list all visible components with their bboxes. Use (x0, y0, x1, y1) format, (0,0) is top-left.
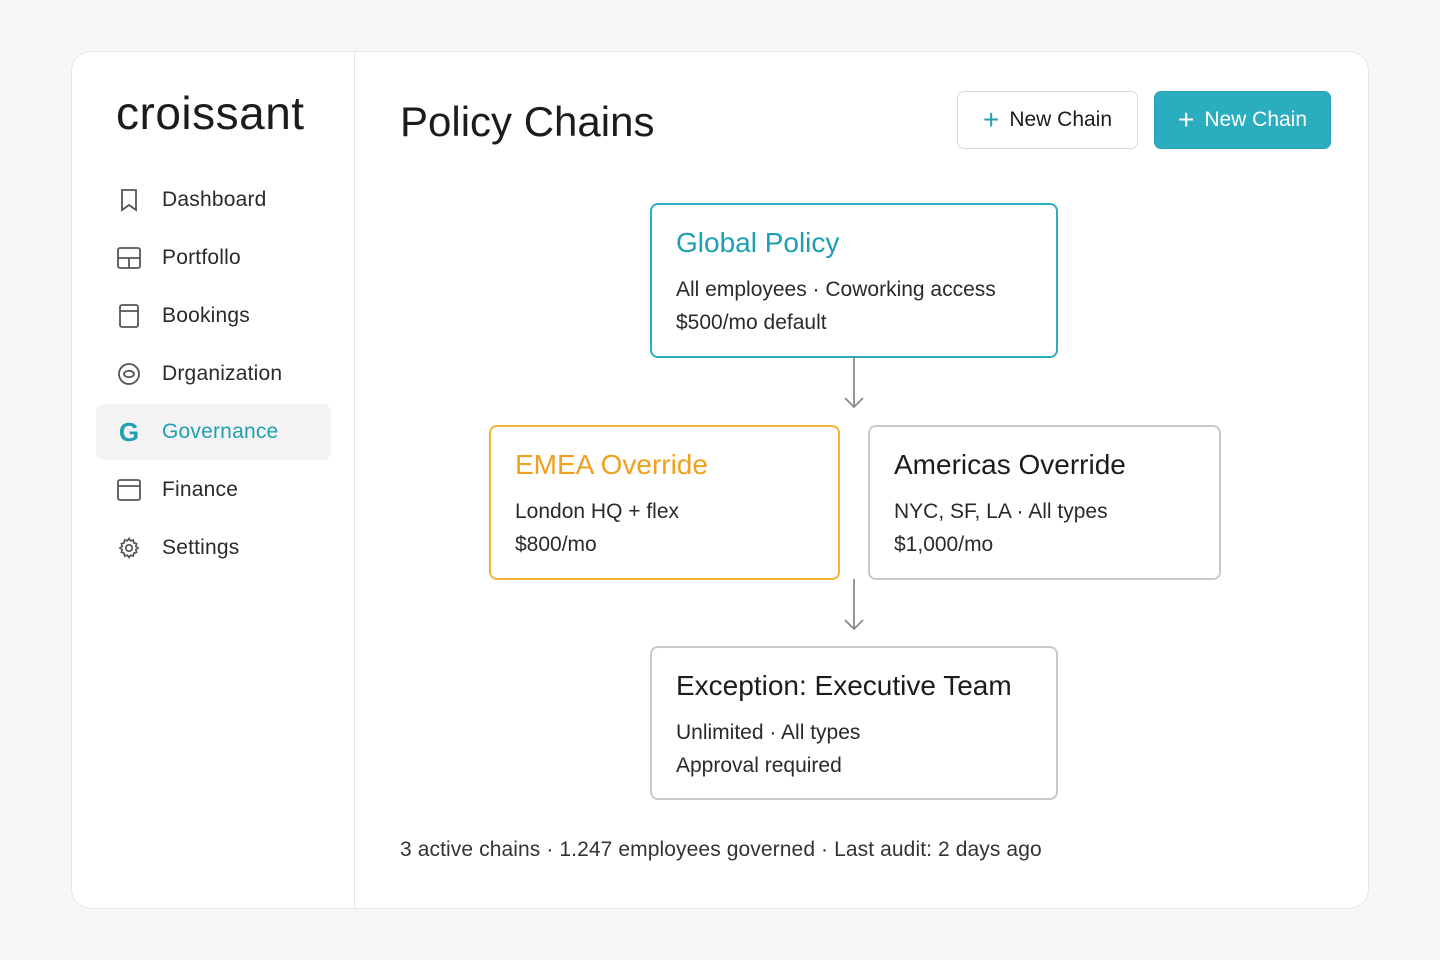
node-detail: Unlimited · All types (676, 721, 861, 744)
sidebar-item-settings[interactable]: Settings (96, 520, 331, 576)
sidebar-item-organization[interactable]: Drganization (96, 346, 331, 402)
node-detail: NYC, SF, LA · All types (894, 500, 1108, 523)
layout-icon (116, 245, 142, 271)
node-title: Global Policy (676, 227, 840, 258)
policy-node-emea[interactable]: EMEA Override London HQ + flex $800/mo (489, 425, 840, 580)
sidebar-item-label: Governance (162, 420, 279, 443)
plus-icon: + (1177, 104, 1195, 135)
node-detail: Approval required (676, 754, 842, 777)
g-letter-icon: G (118, 417, 140, 447)
node-detail: $1,000/mo (894, 533, 994, 556)
new-chain-button-outline[interactable]: + New Chain (957, 91, 1138, 149)
sidebar-item-label: Portfollo (162, 246, 241, 269)
page-title: Policy Chains (400, 98, 655, 145)
chain-stats: 3 active chains · 1.247 employees govern… (400, 838, 1042, 861)
circle-target-icon (116, 361, 142, 387)
sidebar: croissant Dashboard Portfollo Bookings D… (72, 52, 355, 908)
node-title: Exception: Executive Team (676, 670, 1012, 701)
sidebar-item-label: Drganization (162, 362, 283, 385)
sidebar-item-label: Dashboard (162, 188, 267, 211)
policy-node-global[interactable]: Global Policy All employees · Coworking … (650, 203, 1058, 358)
node-title: Americas Override (894, 449, 1126, 480)
sidebar-item-label: Bookings (162, 304, 250, 327)
sidebar-item-portfolio[interactable]: Portfollo (96, 230, 331, 286)
logo: croissant (116, 87, 305, 139)
node-detail: All employees · Coworking access (676, 278, 996, 301)
bookmark-icon (116, 187, 142, 213)
sidebar-nav: Dashboard Portfollo Bookings Drganizatio… (96, 172, 331, 578)
sidebar-item-bookings[interactable]: Bookings (96, 288, 331, 344)
sidebar-item-finance[interactable]: Finance (96, 462, 331, 518)
plus-icon: + (982, 104, 1000, 135)
new-chain-button-primary[interactable]: + New Chain (1154, 91, 1331, 149)
sidebar-item-label: Finance (162, 478, 239, 501)
node-detail: $500/mo default (676, 311, 827, 334)
window-icon (116, 477, 142, 503)
button-label: New Chain (1009, 108, 1113, 131)
sidebar-item-label: Settings (162, 536, 240, 559)
app-window: croissant Dashboard Portfollo Bookings D… (71, 51, 1369, 909)
button-label: New Chain (1204, 108, 1308, 131)
node-title: EMEA Override (515, 449, 708, 480)
down-arrow-icon (844, 579, 864, 631)
policy-node-americas[interactable]: Americas Override NYC, SF, LA · All type… (868, 425, 1221, 580)
sidebar-item-governance[interactable]: G Governance (96, 404, 331, 460)
sidebar-item-dashboard[interactable]: Dashboard (96, 172, 331, 228)
node-detail: $800/mo (515, 533, 597, 556)
policy-node-exception[interactable]: Exception: Executive Team Unlimited · Al… (650, 646, 1058, 800)
node-detail: London HQ + flex (515, 500, 680, 523)
down-arrow-icon (844, 357, 864, 409)
document-icon (116, 303, 142, 329)
main-content: Policy Chains + New Chain + New Chain Gl… (356, 52, 1368, 908)
gear-icon (116, 535, 142, 561)
